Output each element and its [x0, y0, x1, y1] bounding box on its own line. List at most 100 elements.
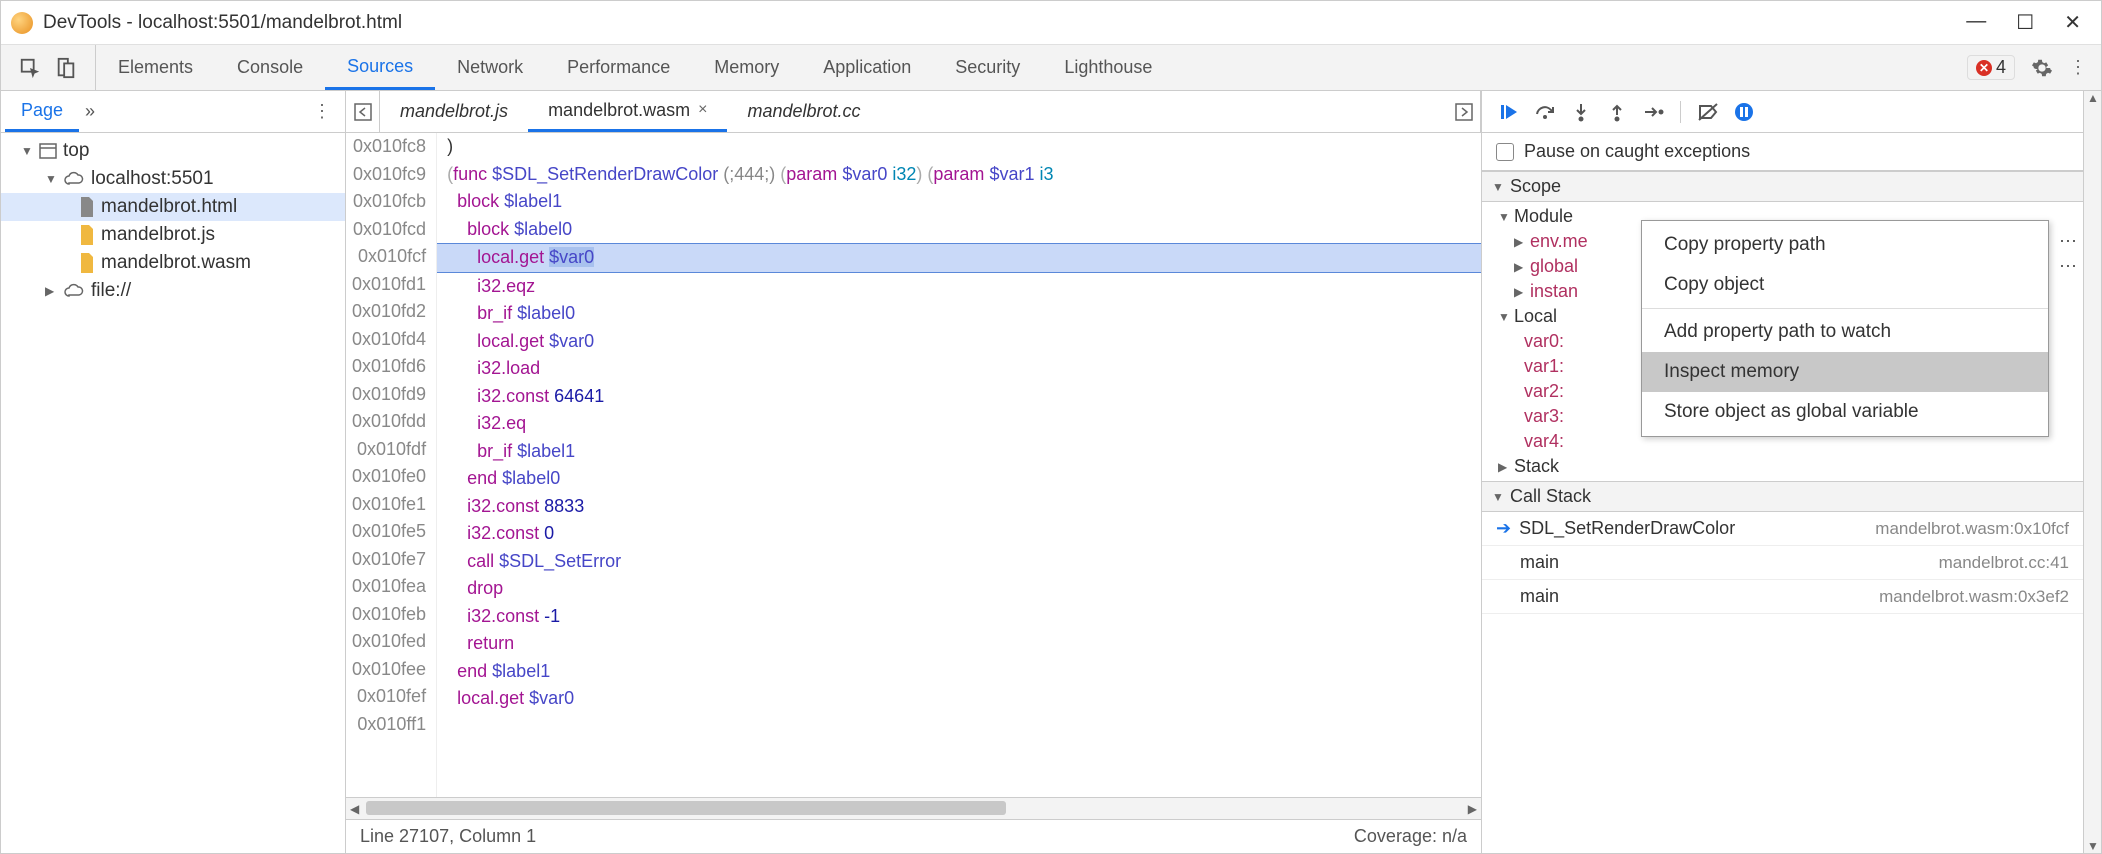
ctx-add-watch[interactable]: Add property path to watch	[1642, 312, 2048, 352]
scroll-down-icon[interactable]: ▼	[2087, 839, 2099, 853]
code-line[interactable]: call $SDL_SetError	[437, 548, 1481, 576]
tab-elements[interactable]: Elements	[96, 45, 215, 90]
step-icon[interactable]	[1640, 99, 1666, 125]
scroll-left-icon[interactable]: ◀	[350, 802, 359, 816]
more-menu-icon[interactable]: ⋮	[2069, 57, 2087, 78]
code-line[interactable]: )	[437, 133, 1481, 161]
current-frame-icon: ➔	[1496, 518, 1511, 539]
callstack-section-header[interactable]: ▼ Call Stack	[1482, 481, 2083, 512]
tab-sources[interactable]: Sources	[325, 45, 435, 90]
ctx-copy-property-path[interactable]: Copy property path	[1642, 225, 2048, 265]
ctx-copy-object[interactable]: Copy object	[1642, 265, 2048, 305]
pause-exceptions-checkbox[interactable]	[1496, 143, 1514, 161]
code-line[interactable]	[437, 713, 1481, 741]
file-icon	[79, 253, 95, 273]
horizontal-scrollbar[interactable]: ◀ ▶	[346, 797, 1481, 819]
settings-gear-icon[interactable]	[2031, 57, 2053, 79]
tab-memory[interactable]: Memory	[692, 45, 801, 90]
tree-file-scheme[interactable]: ▶ file://	[1, 277, 345, 305]
code-line[interactable]: local.get $var0	[437, 243, 1481, 273]
callstack-loc: mandelbrot.cc:41	[1939, 553, 2069, 573]
code-line[interactable]: i32.load	[437, 355, 1481, 383]
scope-var-name: var3:	[1524, 406, 1564, 427]
close-tab-icon[interactable]: ×	[698, 101, 707, 119]
pause-exceptions-label: Pause on caught exceptions	[1524, 141, 1750, 162]
editor-tab-js[interactable]: mandelbrot.js	[380, 91, 528, 132]
pause-exceptions-row[interactable]: Pause on caught exceptions	[1482, 133, 2083, 171]
navigator-more-icon[interactable]: »	[85, 101, 95, 122]
tree-top[interactable]: ▼ top	[1, 137, 345, 165]
navigator-menu-icon[interactable]: ⋮	[313, 101, 331, 122]
step-out-icon[interactable]	[1604, 99, 1630, 125]
step-over-icon[interactable]	[1532, 99, 1558, 125]
deactivate-breakpoints-icon[interactable]	[1695, 99, 1721, 125]
vertical-scrollbar[interactable]: ▲ ▼	[2083, 91, 2101, 853]
triangle-right-icon: ▶	[1514, 285, 1526, 299]
triangle-down-icon: ▼	[45, 172, 57, 186]
code-line[interactable]: i32.const 8833	[437, 493, 1481, 521]
devtools-app-icon	[11, 12, 33, 34]
device-toggle-icon[interactable]	[55, 57, 77, 79]
code-gutter: 0x010fc8 0x010fc9 0x010fcb 0x010fcd 0x01…	[346, 133, 437, 797]
callstack-frame[interactable]: main mandelbrot.wasm:0x3ef2	[1482, 580, 2083, 614]
callstack-frame[interactable]: main mandelbrot.cc:41	[1482, 546, 2083, 580]
code-line[interactable]: drop	[437, 575, 1481, 603]
editor-tab-cc[interactable]: mandelbrot.cc	[727, 91, 880, 132]
history-forward-icon[interactable]	[1447, 91, 1481, 132]
code-line[interactable]: block $label0	[437, 216, 1481, 244]
code-line[interactable]: return	[437, 630, 1481, 658]
debugger-panel: Pause on caught exceptions ▼ Scope ▼ Mod…	[1482, 91, 2083, 853]
scope-section-header[interactable]: ▼ Scope	[1482, 171, 2083, 202]
step-into-icon[interactable]	[1568, 99, 1594, 125]
navigator-tab-page[interactable]: Page	[5, 91, 79, 132]
resume-icon[interactable]	[1496, 99, 1522, 125]
callstack-body: ➔ SDL_SetRenderDrawColor mandelbrot.wasm…	[1482, 512, 2083, 614]
ctx-inspect-memory[interactable]: Inspect memory	[1642, 352, 2048, 392]
code-line[interactable]: i32.const 0	[437, 520, 1481, 548]
ctx-store-global[interactable]: Store object as global variable	[1642, 392, 2048, 432]
tab-lighthouse[interactable]: Lighthouse	[1042, 45, 1174, 90]
devtools-window: DevTools - localhost:5501/mandelbrot.htm…	[0, 0, 2102, 854]
inspect-element-icon[interactable]	[19, 57, 41, 79]
code-line[interactable]: local.get $var0	[437, 685, 1481, 713]
tree-file-wasm[interactable]: mandelbrot.wasm	[1, 249, 345, 277]
scope-var-name: var1:	[1524, 356, 1564, 377]
code-line[interactable]: i32.const 64641	[437, 383, 1481, 411]
main-tabs: Elements Console Sources Network Perform…	[96, 45, 1174, 90]
minimize-icon[interactable]: —	[1966, 10, 1986, 35]
tab-application[interactable]: Application	[801, 45, 933, 90]
code-line[interactable]: local.get $var0	[437, 328, 1481, 356]
code-line[interactable]: end $label0	[437, 465, 1481, 493]
code-body[interactable]: 0x010fc8 0x010fc9 0x010fcb 0x010fcd 0x01…	[346, 133, 1481, 797]
history-back-icon[interactable]	[346, 91, 380, 132]
scroll-thumb[interactable]	[366, 801, 1006, 815]
code-line[interactable]: end $label1	[437, 658, 1481, 686]
code-line[interactable]: block $label1	[437, 188, 1481, 216]
tab-network[interactable]: Network	[435, 45, 545, 90]
editor-tabs: mandelbrot.js mandelbrot.wasm × mandelbr…	[346, 91, 1481, 133]
tab-security[interactable]: Security	[933, 45, 1042, 90]
maximize-icon[interactable]: ☐	[2016, 10, 2034, 35]
error-count-badge[interactable]: ✕ 4	[1967, 55, 2015, 80]
scope-item-name: instan	[1530, 281, 1578, 302]
code-line[interactable]: i32.eqz	[437, 273, 1481, 301]
close-icon[interactable]: ✕	[2064, 10, 2081, 35]
code-line[interactable]: br_if $label1	[437, 438, 1481, 466]
code-line[interactable]: br_if $label0	[437, 300, 1481, 328]
scope-stack[interactable]: ▶ Stack	[1492, 454, 2083, 479]
callstack-frame[interactable]: ➔ SDL_SetRenderDrawColor mandelbrot.wasm…	[1482, 512, 2083, 546]
code-line[interactable]: i32.const -1	[437, 603, 1481, 631]
code-line[interactable]: i32.eq	[437, 410, 1481, 438]
code-area[interactable]: ) (func $SDL_SetRenderDrawColor (;444;) …	[437, 133, 1481, 797]
tab-performance[interactable]: Performance	[545, 45, 692, 90]
tree-file-js[interactable]: mandelbrot.js	[1, 221, 345, 249]
code-line[interactable]: (func $SDL_SetRenderDrawColor (;444;) (p…	[437, 161, 1481, 189]
editor-tab-wasm[interactable]: mandelbrot.wasm ×	[528, 91, 727, 132]
tree-file-html[interactable]: mandelbrot.html	[1, 193, 345, 221]
scroll-right-icon[interactable]: ▶	[1468, 802, 1477, 816]
tab-console[interactable]: Console	[215, 45, 325, 90]
scroll-up-icon[interactable]: ▲	[2087, 91, 2099, 105]
scope-header-label: Scope	[1510, 176, 1561, 197]
pause-on-exceptions-icon[interactable]	[1731, 99, 1757, 125]
tree-host[interactable]: ▼ localhost:5501	[1, 165, 345, 193]
